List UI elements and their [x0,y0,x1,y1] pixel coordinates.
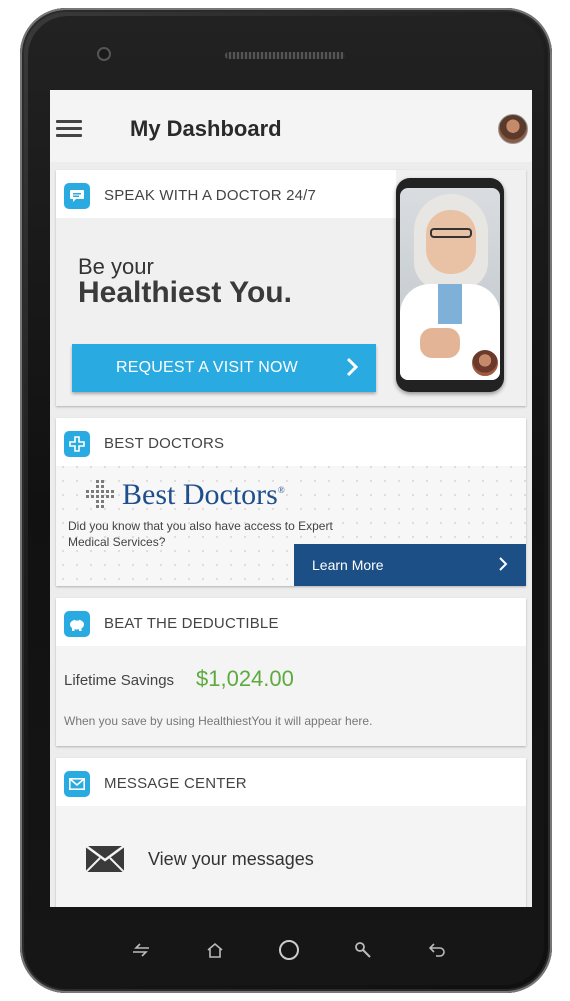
chat-bubble-icon [64,183,90,209]
card-title: MESSAGE CENTER [104,775,247,792]
user-avatar[interactable] [498,114,528,144]
app-screen: My Dashboard SPEAK WITH A DOCTOR 24/7 Be… [50,90,532,907]
learn-more-label: Learn More [312,557,384,573]
chevron-right-icon [346,357,359,382]
home-icon[interactable] [200,935,230,965]
tagline-big: Healthiest You. [78,276,292,309]
best-doctors-wordmark: Best Doctors® [122,478,285,511]
card-title: SPEAK WITH A DOCTOR 24/7 [104,187,317,204]
card-title: BEAT THE DEDUCTIBLE [104,615,279,632]
chevron-right-icon [498,556,508,577]
card-header: MESSAGE CENTER [56,758,526,806]
back-icon[interactable] [422,935,452,965]
lifetime-savings-value: $1,024.00 [196,666,294,691]
speak-with-doctor-card: SPEAK WITH A DOCTOR 24/7 Be your Healthi… [56,170,526,406]
best-doctors-card: BEST DOCTORS Best Doctors® Did you know … [56,418,526,586]
lifetime-savings-label: Lifetime Savings [64,672,175,689]
card-header: BEAT THE DEDUCTIBLE [56,598,526,646]
card-header: SPEAK WITH A DOCTOR 24/7 [56,170,396,218]
search-icon[interactable] [348,935,378,965]
card-header: BEST DOCTORS [56,418,526,466]
circle-home-icon[interactable] [274,935,304,965]
best-doctors-cross-icon [86,480,114,508]
front-camera [97,47,111,61]
request-visit-label: REQUEST A VISIT NOW [116,359,298,376]
envelope-icon [85,844,125,877]
best-doctors-logo: Best Doctors® [86,474,346,514]
system-navigation-bar [50,907,532,993]
doctor-photo [400,188,500,380]
request-visit-button[interactable]: REQUEST A VISIT NOW [72,344,376,392]
envelope-icon [64,771,90,797]
doctor-video-phone-image [396,178,504,392]
savings-note: When you save by using HealthiestYou it … [64,714,373,728]
patient-thumbnail [470,348,500,378]
beat-deductible-card: BEAT THE DEDUCTIBLE Lifetime Savings $1,… [56,598,526,746]
card-title: BEST DOCTORS [104,435,225,452]
hamburger-menu-icon[interactable] [56,120,82,138]
message-center-card: MESSAGE CENTER View your messages [56,758,526,907]
recent-apps-icon[interactable] [126,935,156,965]
medical-cross-icon [64,431,90,457]
view-messages-row[interactable]: View your messages [56,806,526,907]
earpiece-speaker [225,52,345,59]
view-messages-label: View your messages [148,849,314,869]
app-bar: My Dashboard [50,90,532,162]
page-title: My Dashboard [130,116,282,141]
learn-more-button[interactable]: Learn More [294,544,526,586]
piggy-bank-icon [64,611,90,637]
